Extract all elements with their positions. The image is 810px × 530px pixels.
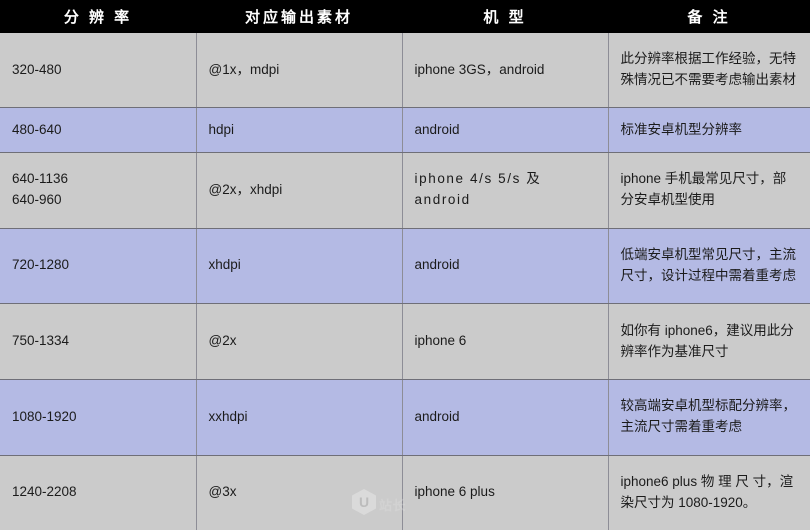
column-header-remark: 备 注 [608, 0, 810, 33]
cell-asset: hdpi [196, 107, 403, 153]
cell-asset: @1x，mdpi [196, 33, 403, 109]
column-header-model: 机 型 [402, 0, 608, 33]
cell-asset: @2x，xhdpi [196, 152, 403, 229]
cell-asset: xxhdpi [196, 379, 403, 456]
cell-model: android [402, 107, 609, 153]
table-row: 750-1334 @2x iphone 6 如你有 iphone6，建议用此分辨… [0, 303, 810, 380]
cell-resolution: 640-1136 640-960 [0, 152, 197, 229]
cell-remark: 低端安卓机型常见尺寸，主流尺寸，设计过程中需着重考虑 [608, 228, 810, 305]
cell-asset: xhdpi [196, 228, 403, 305]
cell-resolution: 1080-1920 [0, 379, 197, 456]
cell-model: android [402, 379, 609, 456]
table-row: 480-640 hdpi android 标准安卓机型分辨率 [0, 107, 810, 153]
cell-model: iphone 6 [402, 303, 609, 380]
cell-remark: 较高端安卓机型标配分辨率，主流尺寸需着重考虑 [608, 379, 810, 456]
cell-resolution: 1240-2208 [0, 455, 197, 530]
cell-resolution: 720-1280 [0, 228, 197, 305]
cell-asset: @3x [196, 455, 403, 530]
table-header: 分 辨 率 对应输出素材 机 型 备 注 [0, 0, 810, 33]
cell-remark: 此分辨率根据工作经验，无特殊情况已不需要考虑输出素材 [608, 33, 810, 109]
column-header-asset: 对应输出素材 [196, 0, 402, 33]
cell-asset: @2x [196, 303, 403, 380]
header-row: 分 辨 率 对应输出素材 机 型 备 注 [0, 0, 810, 33]
column-header-resolution: 分 辨 率 [0, 0, 196, 33]
cell-model: iphone 3GS，android [402, 33, 609, 109]
table-row: 720-1280 xhdpi android 低端安卓机型常见尺寸，主流尺寸，设… [0, 228, 810, 305]
table-row: 640-1136 640-960 @2x，xhdpi iphone 4/s 5/… [0, 152, 810, 229]
cell-model: iphone 6 plus [402, 455, 609, 530]
cell-remark: 如你有 iphone6，建议用此分辨率作为基准尺寸 [608, 303, 810, 380]
table-body: 320-480 @1x，mdpi iphone 3GS，android 此分辨率… [0, 33, 810, 530]
cell-resolution: 320-480 [0, 33, 197, 109]
cell-remark: 标准安卓机型分辨率 [608, 107, 810, 153]
cell-remark: iphone 手机最常见尺寸，部分安卓机型使用 [608, 152, 810, 229]
table-row: 1240-2208 @3x iphone 6 plus iphone6 plus… [0, 455, 810, 530]
resolution-spec-table: 分 辨 率 对应输出素材 机 型 备 注 320-480 @1x，mdpi ip… [0, 0, 810, 530]
cell-resolution: 480-640 [0, 107, 197, 153]
table-row: 320-480 @1x，mdpi iphone 3GS，android 此分辨率… [0, 33, 810, 109]
cell-model: iphone 4/s 5/s 及 android [402, 152, 609, 229]
cell-model: android [402, 228, 609, 305]
table-row: 1080-1920 xxhdpi android 较高端安卓机型标配分辨率，主流… [0, 379, 810, 456]
cell-resolution: 750-1334 [0, 303, 197, 380]
cell-remark: iphone6 plus 物 理 尺 寸，渲染尺寸为 1080-1920。 [608, 455, 810, 530]
